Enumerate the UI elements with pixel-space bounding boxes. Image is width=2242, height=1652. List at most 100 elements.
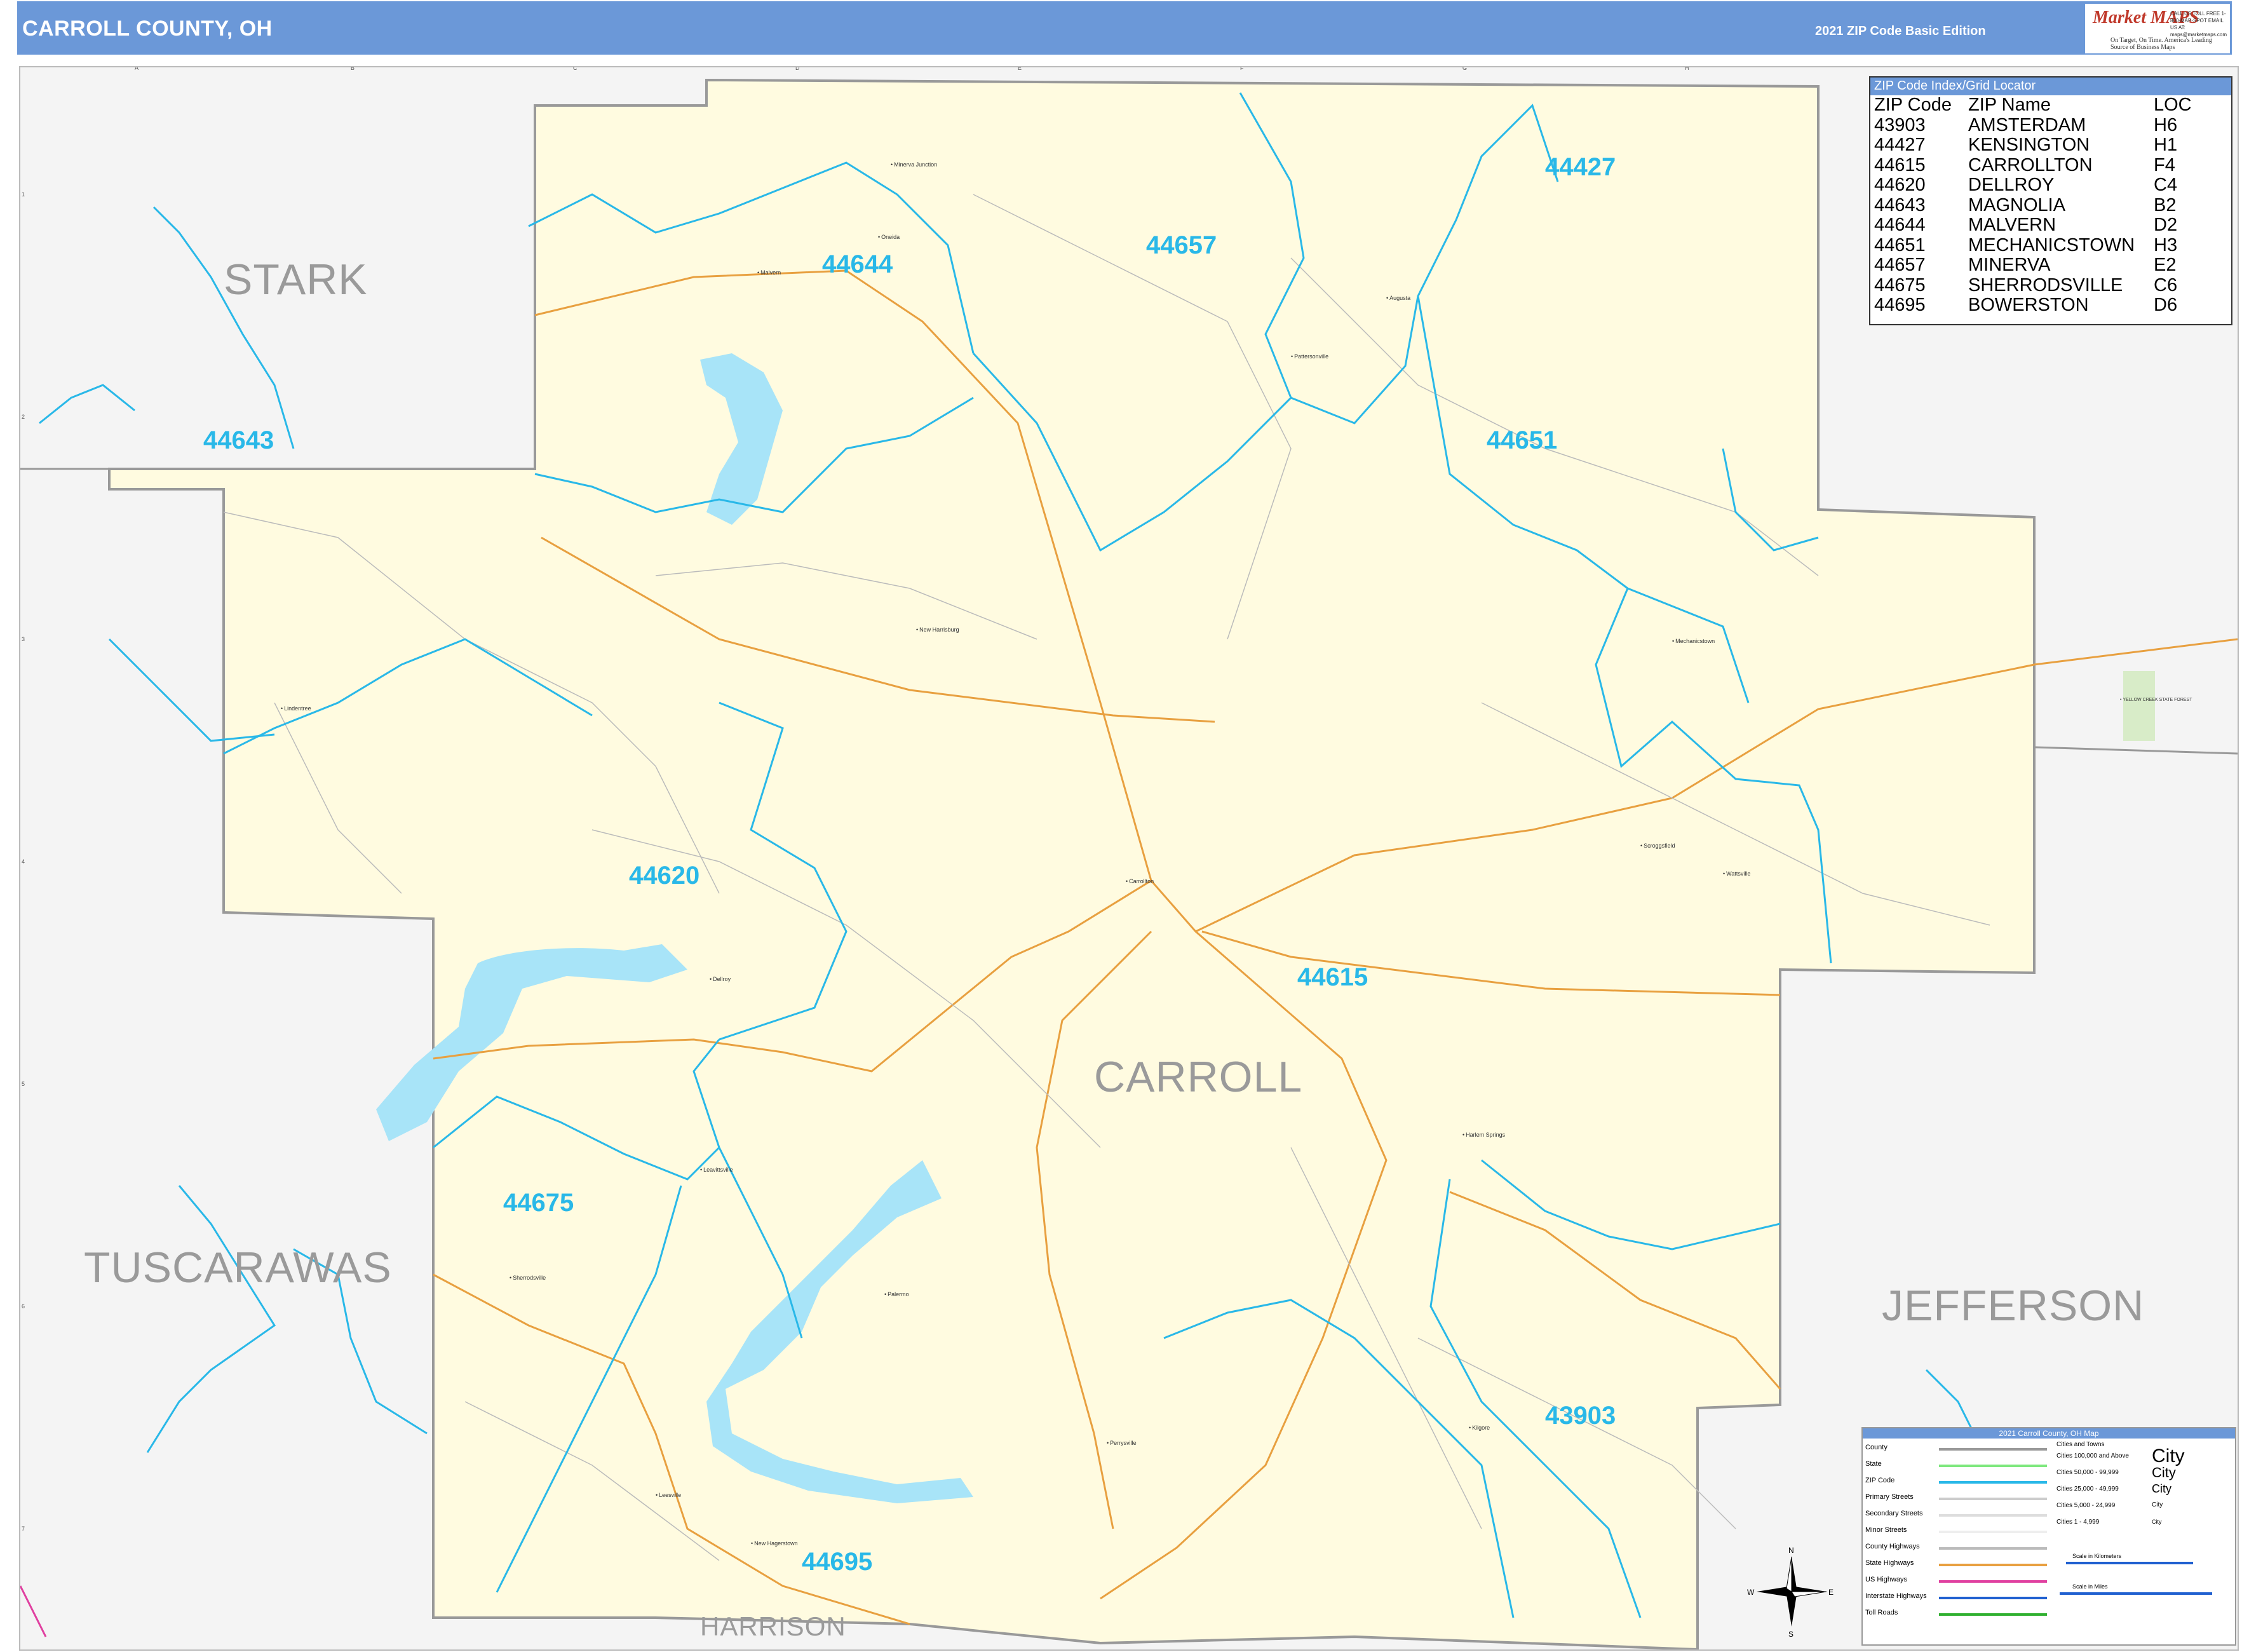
zip-index-loc: H6 (2154, 114, 2178, 135)
zip-index-loc: H1 (2154, 135, 2178, 155)
zip-index-name: CARROLLTON (1968, 154, 2093, 175)
zip-label-44620[interactable]: 44620 (629, 862, 699, 890)
zip-label-44695[interactable]: 44695 (802, 1548, 872, 1576)
grid-number-7: 7 (22, 1526, 25, 1532)
zip-index-row[interactable]: 44427 KENSINGTON H1 (1872, 135, 2194, 156)
legend-item-swatch (1939, 1465, 2047, 1467)
legend-item-label: US Highways (1865, 1576, 1908, 1583)
zip-index-name: MALVERN (1968, 215, 2056, 235)
zip-name-header: ZIP Name (1968, 95, 2051, 115)
zip-label-44427[interactable]: 44427 (1545, 153, 1616, 182)
grid-letter-g: G (1462, 66, 1468, 71)
legend-item-swatch (1939, 1564, 2047, 1566)
town-leesville: Leesville (656, 1492, 681, 1498)
grid-letter-d: D (795, 66, 800, 71)
legend-city-label: Cities 25,000 - 49,999 (2056, 1486, 2119, 1493)
zip-index-row[interactable]: 44620 DELLROY C4 (1872, 175, 2194, 196)
zip-code-index: ZIP Code Index/Grid Locator ZIP Code ZIP… (1869, 76, 2232, 325)
grid-letter-b: B (351, 66, 355, 71)
grid-letter-h: H (1685, 66, 1689, 71)
legend-city-label: Cities 5,000 - 24,999 (2056, 1502, 2116, 1509)
zip-label-44675[interactable]: 44675 (503, 1189, 574, 1217)
zip-index-row[interactable]: 44644 MALVERN D2 (1872, 215, 2194, 236)
svg-text:E: E (1828, 1588, 1833, 1597)
legend-item-label: County (1865, 1444, 1887, 1451)
town-harlem-springs: Harlem Springs (1462, 1132, 1505, 1138)
legend-item-label: Interstate Highways (1865, 1592, 1927, 1600)
grid-number-4: 4 (22, 858, 25, 865)
zip-index-title: ZIP Code Index/Grid Locator (1870, 78, 2231, 95)
county-label-carroll: CARROLL (1094, 1053, 1303, 1101)
logo-contact: CALL US TOLL FREE 1-800-MAP-SPOT EMAIL U… (2170, 11, 2227, 37)
legend-item-swatch (1939, 1547, 2047, 1550)
zip-index-code: 44620 (1874, 175, 1926, 195)
town-pattersonville: Pattersonville (1291, 353, 1328, 360)
zip-label-44615[interactable]: 44615 (1297, 963, 1368, 992)
legend-item-label: Secondary Streets (1865, 1510, 1923, 1517)
edition-label: 2021 ZIP Code Basic Edition (1815, 24, 1986, 38)
legend-city-sample: City (2152, 1465, 2176, 1480)
zip-label-43903[interactable]: 43903 (1545, 1402, 1616, 1430)
scale-mi-bar (2060, 1592, 2212, 1595)
legend-item-swatch (1939, 1597, 2047, 1599)
zip-index-row[interactable]: 44657 MINERVA E2 (1872, 255, 2194, 276)
zip-index-code: 44657 (1874, 255, 1926, 275)
legend-city-sample: City (2152, 1501, 2163, 1508)
zip-index-name: KENSINGTON (1968, 135, 2090, 155)
grid-number-1: 1 (22, 191, 25, 198)
town-oneida: Oneida (878, 234, 900, 240)
scale-mi-label: Scale in Miles (2072, 1583, 2108, 1590)
zip-label-44644[interactable]: 44644 (822, 250, 893, 279)
zip-index-row[interactable]: 44675 SHERRODSVILLE C6 (1872, 274, 2194, 296)
legend-item-swatch (1939, 1498, 2047, 1500)
zip-index-row[interactable]: 44651 MECHANICSTOWN H3 (1872, 234, 2194, 256)
svg-text:N: N (1788, 1546, 1794, 1555)
legend-item-swatch (1939, 1481, 2047, 1484)
legend-item-swatch (1939, 1448, 2047, 1451)
zip-index-loc: H3 (2154, 234, 2178, 255)
legend-cities-header: Cities and Towns (2056, 1441, 2105, 1448)
zip-index-loc: D2 (2154, 215, 2178, 235)
market-maps-logo[interactable]: Market MAPS CALL US TOLL FREE 1-800-MAP-… (2085, 4, 2230, 53)
zip-index-row[interactable]: 43903 AMSTERDAM H6 (1872, 114, 2194, 136)
map-legend: 2021 Carroll County, OH Map County State Z… (1861, 1427, 2236, 1646)
zip-index-name: AMSTERDAM (1968, 114, 2086, 135)
zip-index-name: SHERRODSVILLE (1968, 274, 2123, 295)
legend-item-swatch (1939, 1514, 2047, 1517)
zip-index-row[interactable]: 44643 MAGNOLIA B2 (1872, 194, 2194, 216)
zip-index-row[interactable]: 44615 CARROLLTON F4 (1872, 154, 2194, 176)
zip-index-code: 44427 (1874, 135, 1926, 155)
town-augusta: Augusta (1386, 295, 1410, 301)
county-label-jefferson: JEFFERSON (1882, 1282, 2145, 1330)
legend-item-label: Toll Roads (1865, 1609, 1898, 1616)
legend-city-label: Cities 50,000 - 99,999 (2056, 1469, 2119, 1476)
carroll-county-area (108, 78, 2036, 1649)
legend-item-label: Minor Streets (1865, 1526, 1907, 1534)
town-kilgore: Kilgore (1469, 1425, 1490, 1431)
zip-index-code: 44643 (1874, 194, 1926, 215)
yellow-creek-forest (2123, 671, 2155, 741)
loc-header: LOC (2154, 95, 2192, 115)
zip-index-name: DELLROY (1968, 175, 2055, 195)
zip-index-name: MECHANICSTOWN (1968, 234, 2135, 255)
legend-item-label: Primary Streets (1865, 1493, 1914, 1501)
legend-item-label: County Highways (1865, 1543, 1920, 1550)
legend-item-swatch (1939, 1531, 2047, 1533)
map-title: CARROLL COUNTY, OH (22, 17, 273, 41)
zip-index-name: MAGNOLIA (1968, 194, 2066, 215)
zip-label-44643[interactable]: 44643 (203, 426, 274, 455)
legend-item-label: State Highways (1865, 1559, 1914, 1567)
zip-index-row[interactable]: 44695 BOWERSTON D6 (1872, 295, 2194, 316)
zip-index-code: 44675 (1874, 274, 1926, 295)
legend-item-label: ZIP Code (1865, 1477, 1895, 1484)
zip-label-44651[interactable]: 44651 (1487, 426, 1557, 455)
county-label-harrison: HARRISON (700, 1611, 846, 1641)
zip-index-table: ZIP Code ZIP Name LOC 43903 AMSTERDAM H6 44… (1872, 95, 2194, 316)
zip-index-loc: E2 (2154, 255, 2177, 275)
town-malvern: Malvern (757, 269, 781, 276)
map-header: CARROLL COUNTY, OH 2021 ZIP Code Basic E… (17, 1, 2232, 55)
grid-letter-e: E (1018, 66, 1022, 71)
zip-label-44657[interactable]: 44657 (1146, 231, 1217, 260)
town-carrollton: Carrollton (1126, 878, 1154, 884)
zip-index-name: BOWERSTON (1968, 295, 2089, 315)
